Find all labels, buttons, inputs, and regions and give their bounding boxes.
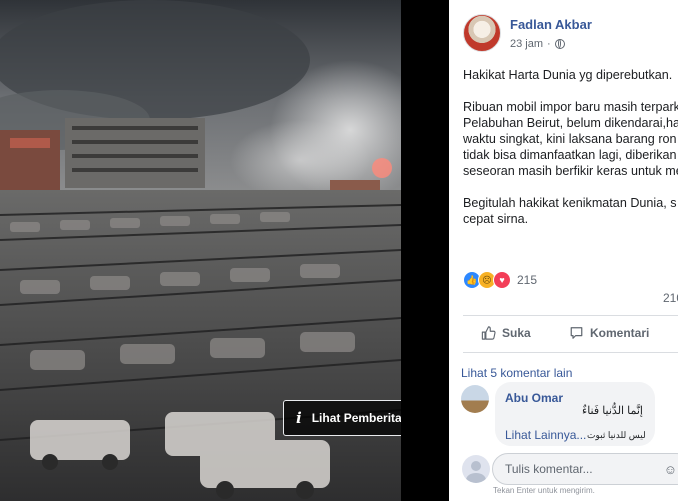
divider bbox=[463, 315, 678, 316]
post-line: Begitulah hakikat kenikmatan Dunia, s bbox=[463, 196, 677, 210]
comment-text-continued: ليس للدنيا ثبوت bbox=[587, 430, 646, 440]
commenter-avatar[interactable] bbox=[461, 385, 489, 413]
author-avatar[interactable] bbox=[463, 14, 501, 52]
post-photo[interactable]: i Lihat Pemberitahuan bbox=[0, 0, 401, 501]
comment-button[interactable]: Komentari bbox=[569, 326, 649, 340]
view-more-comments-link[interactable]: Lihat 5 komentar lain bbox=[461, 366, 572, 380]
like-button[interactable]: Suka bbox=[481, 326, 531, 340]
share-count[interactable]: 210 bbox=[663, 291, 678, 305]
love-reaction-icon: ♥ bbox=[493, 271, 511, 289]
post-line: Ribuan mobil impor baru masih terpark bbox=[463, 100, 678, 114]
divider bbox=[463, 352, 678, 353]
author-name[interactable]: Fadlan Akbar bbox=[510, 17, 592, 32]
post-meta: 23 jam · bbox=[510, 38, 565, 50]
post-time[interactable]: 23 jam bbox=[510, 38, 543, 50]
post-line: cepat sirna. bbox=[463, 212, 529, 226]
post-paragraph-block: Begitulah hakikat kenikmatan Dunia, s ce… bbox=[463, 195, 678, 227]
post-panel: Fadlan Akbar 23 jam · Hakikat Harta Duni… bbox=[449, 0, 678, 501]
comment-label: Komentari bbox=[590, 326, 650, 340]
comment-input[interactable]: Tulis komentar... ☺ bbox=[492, 453, 678, 485]
current-user-avatar bbox=[462, 455, 490, 483]
comment-bubble: Abu Omar إنَّما الدُّنيا فَناءٌ Lihat La… bbox=[495, 382, 655, 446]
view-notice-button[interactable]: i Lihat Pemberitahuan bbox=[283, 400, 401, 436]
post-line: tidak bisa dimanfaatkan lagi, diberikan bbox=[463, 148, 677, 162]
post-paragraph-block: Ribuan mobil impor baru masih terpark Pe… bbox=[463, 99, 678, 179]
photo-viewer-gutter bbox=[401, 0, 449, 501]
see-more-link[interactable]: Lihat Lainnya... bbox=[505, 428, 586, 442]
reaction-count: 215 bbox=[517, 273, 538, 287]
post-paragraph: Hakikat Harta Dunia yg diperebutkan. bbox=[463, 68, 673, 82]
emoji-icon[interactable]: ☺ bbox=[664, 462, 677, 477]
post-line: seseoran masih berfikir keras untuk me bbox=[463, 164, 678, 178]
post-text: Hakikat Harta Dunia yg diperebutkan. Rib… bbox=[463, 67, 678, 227]
comment-input-placeholder: Tulis komentar... bbox=[505, 462, 593, 476]
enter-to-send-hint: Tekan Enter untuk mengirim. bbox=[493, 486, 595, 495]
commenter-name[interactable]: Abu Omar bbox=[505, 391, 563, 405]
post-line: Pelabuhan Beirut, belum dikendarai,ha bbox=[463, 116, 678, 130]
post-line: waktu singkat, kini laksana barang ron bbox=[463, 132, 677, 146]
globe-icon[interactable] bbox=[554, 39, 565, 49]
view-notice-label: Lihat Pemberitahuan bbox=[311, 411, 401, 425]
like-label: Suka bbox=[502, 326, 531, 340]
thumbs-up-icon bbox=[481, 326, 496, 340]
comment-text: إنَّما الدُّنيا فَناءٌ bbox=[582, 405, 643, 417]
info-icon: i bbox=[296, 409, 302, 427]
reaction-summary[interactable]: 👍 ☹ ♥ 215 bbox=[463, 271, 537, 289]
comment-icon bbox=[570, 327, 583, 339]
